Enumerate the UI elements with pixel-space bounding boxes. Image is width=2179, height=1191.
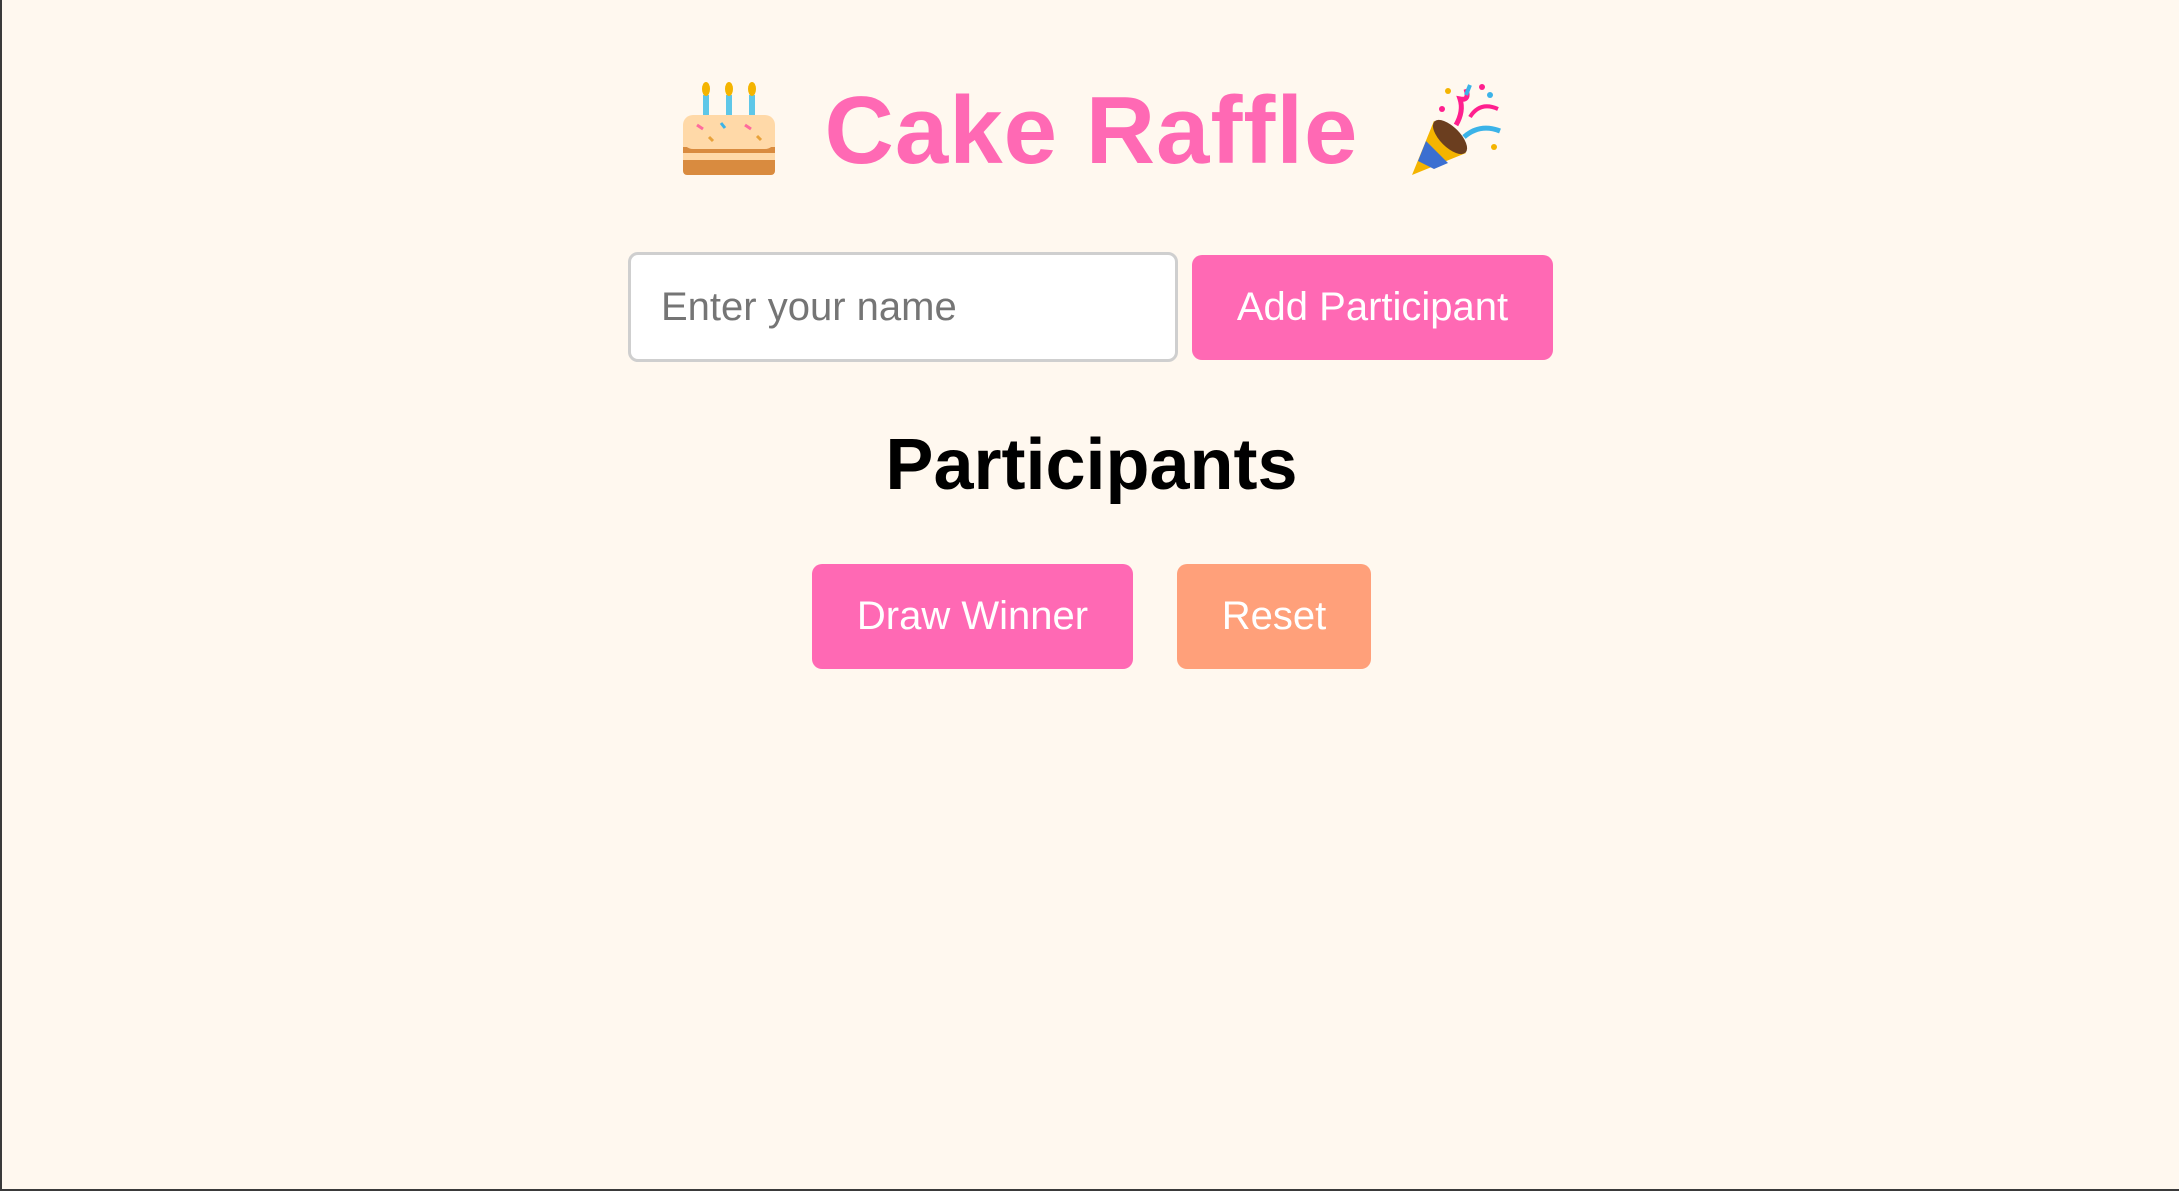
name-input[interactable] <box>628 252 1178 362</box>
draw-winner-button[interactable]: Draw Winner <box>812 564 1133 669</box>
add-participant-button[interactable]: Add Participant <box>1192 254 1553 360</box>
page-title: Cake Raffle <box>824 77 1359 184</box>
raffle-actions: Draw Winner Reset <box>812 564 1371 669</box>
reset-button[interactable]: Reset <box>1177 564 1371 669</box>
app-page: Cake Raffle Add Participant Participa <box>0 0 2179 1191</box>
birthday-cake-icon <box>679 81 779 181</box>
party-popper-icon <box>1404 81 1504 181</box>
title-row: Cake Raffle <box>2 76 2179 186</box>
participant-entry-form: Add Participant <box>628 252 1553 362</box>
participants-heading: Participants <box>885 425 1298 505</box>
